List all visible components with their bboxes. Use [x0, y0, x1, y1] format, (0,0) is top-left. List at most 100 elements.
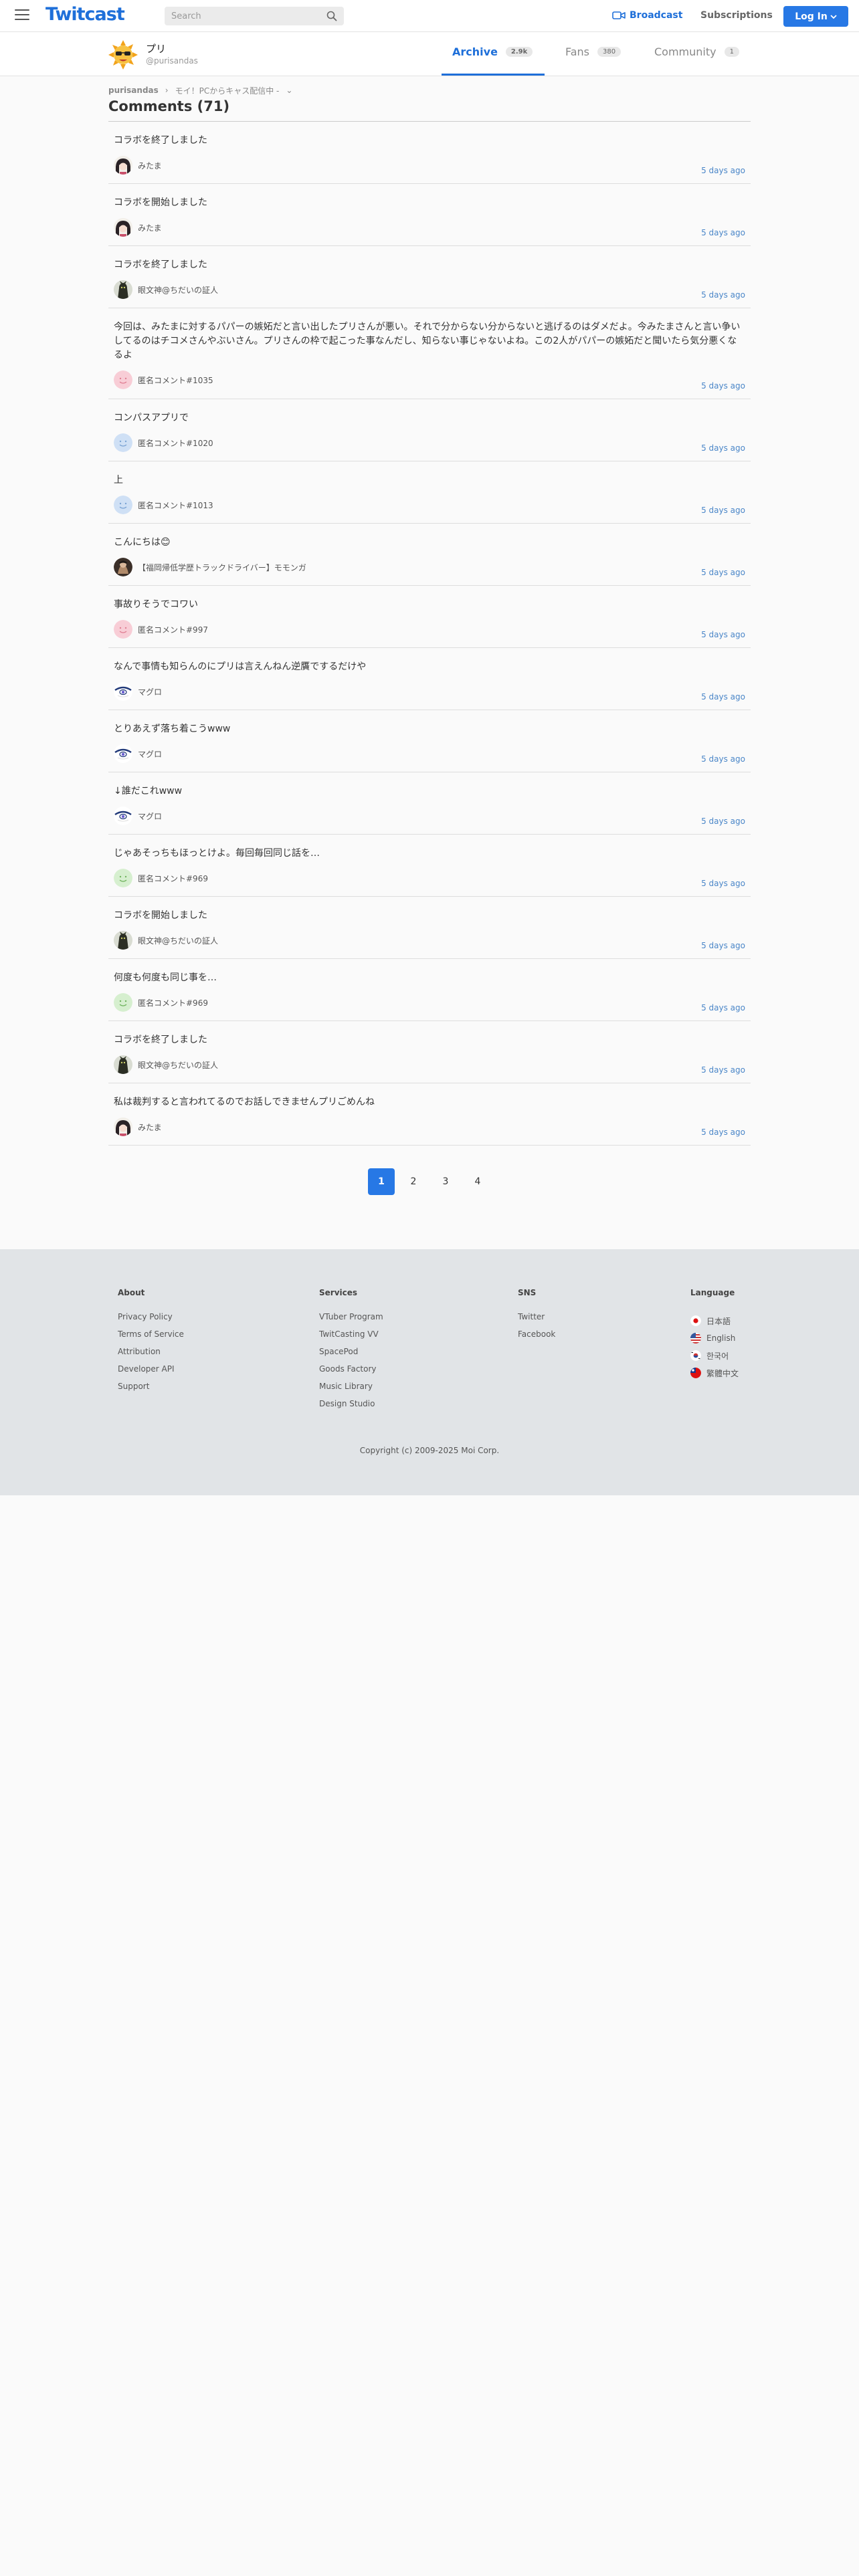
comment-author[interactable]: マグロ: [114, 807, 745, 825]
comment-author[interactable]: みたま: [114, 156, 745, 175]
breadcrumb-user[interactable]: purisandas: [108, 86, 159, 95]
comment-author[interactable]: 匿名コメント#969: [114, 993, 745, 1012]
comment-author[interactable]: 眼文神@ちだいの証人: [114, 931, 745, 950]
comment-author[interactable]: 眼文神@ちだいの証人: [114, 1055, 745, 1074]
breadcrumb-movie[interactable]: モイ！PCからキャス配信中 -: [175, 85, 280, 96]
user-avatar[interactable]: [114, 156, 132, 175]
page-1-button[interactable]: 1: [368, 1168, 395, 1195]
tab-archive[interactable]: Archive 2.9k: [452, 45, 533, 58]
comment-timestamp[interactable]: 5 days ago: [701, 290, 745, 300]
comment-timestamp[interactable]: 5 days ago: [701, 166, 745, 175]
comment-username[interactable]: 匿名コメント#969: [138, 997, 208, 1008]
broadcast-link[interactable]: Broadcast: [612, 10, 682, 21]
user-avatar[interactable]: [114, 744, 132, 763]
comment-username[interactable]: 匿名コメント#1013: [138, 500, 213, 511]
tab-fans[interactable]: Fans 380: [565, 45, 622, 58]
chevron-down-icon[interactable]: ⌄: [286, 86, 292, 95]
page-3-button[interactable]: 3: [432, 1168, 459, 1195]
comment-username[interactable]: 【福岡帰低学歴トラックドライバー】モモンガ: [138, 562, 306, 573]
footer-link-twitcasting-vv[interactable]: TwitCasting VV: [319, 1329, 383, 1347]
user-avatar[interactable]: [114, 218, 132, 237]
comment-timestamp[interactable]: 5 days ago: [701, 754, 745, 764]
comment-username[interactable]: 眼文神@ちだいの証人: [138, 935, 218, 946]
user-avatar[interactable]: [114, 931, 132, 950]
comment-timestamp[interactable]: 5 days ago: [701, 817, 745, 826]
page-2-button[interactable]: 2: [400, 1168, 427, 1195]
comment-author[interactable]: 【福岡帰低学歴トラックドライバー】モモンガ: [114, 558, 745, 576]
language-english[interactable]: English: [690, 1329, 739, 1347]
comment-author[interactable]: マグロ: [114, 682, 745, 701]
user-avatar[interactable]: [114, 993, 132, 1012]
language-traditional-chinese[interactable]: 繁體中文: [690, 1364, 739, 1382]
footer-link-developer-api[interactable]: Developer API: [118, 1364, 184, 1382]
comment-author[interactable]: 匿名コメント#1013: [114, 496, 745, 514]
comment-username[interactable]: 匿名コメント#1035: [138, 374, 213, 386]
user-avatar[interactable]: [114, 280, 132, 299]
footer-link-vtuber[interactable]: VTuber Program: [319, 1312, 383, 1329]
language-korean[interactable]: 한국어: [690, 1347, 739, 1364]
comment-username[interactable]: 匿名コメント#1020: [138, 437, 213, 449]
comment-timestamp[interactable]: 5 days ago: [701, 941, 745, 950]
comment-timestamp[interactable]: 5 days ago: [701, 630, 745, 639]
user-avatar[interactable]: [114, 807, 132, 825]
footer-link-terms[interactable]: Terms of Service: [118, 1329, 184, 1347]
comment-timestamp[interactable]: 5 days ago: [701, 879, 745, 888]
comment-author[interactable]: みたま: [114, 1117, 745, 1136]
comment-author[interactable]: 匿名コメント#997: [114, 620, 745, 639]
comment-author[interactable]: 匿名コメント#969: [114, 869, 745, 887]
menu-icon[interactable]: [15, 9, 29, 21]
user-avatar[interactable]: [114, 1117, 132, 1136]
tab-community[interactable]: Community 1: [654, 45, 739, 58]
comment-timestamp[interactable]: 5 days ago: [701, 228, 745, 237]
language-japanese[interactable]: 日本語: [690, 1312, 739, 1329]
footer-link-goods-factory[interactable]: Goods Factory: [319, 1364, 383, 1382]
comment-username[interactable]: マグロ: [138, 748, 162, 760]
comment-timestamp[interactable]: 5 days ago: [701, 1128, 745, 1137]
user-avatar[interactable]: [114, 558, 132, 576]
comment-username[interactable]: 匿名コメント#997: [138, 624, 208, 635]
comment-author[interactable]: 匿名コメント#1020: [114, 433, 745, 452]
footer-link-facebook[interactable]: Facebook: [518, 1329, 555, 1347]
user-avatar[interactable]: [114, 496, 132, 514]
comment-username[interactable]: 眼文神@ちだいの証人: [138, 284, 218, 296]
search-input[interactable]: [165, 7, 318, 25]
comment-username[interactable]: 匿名コメント#969: [138, 873, 208, 884]
twitcast-logo[interactable]: Twitcast: [45, 4, 125, 25]
user-avatar[interactable]: [114, 370, 132, 389]
comment-timestamp[interactable]: 5 days ago: [701, 443, 745, 453]
footer-link-twitter[interactable]: Twitter: [518, 1312, 555, 1329]
comment-author[interactable]: 眼文神@ちだいの証人: [114, 280, 745, 299]
footer-link-spacepod[interactable]: SpacePod: [319, 1347, 383, 1364]
comment-timestamp[interactable]: 5 days ago: [701, 1065, 745, 1075]
page-4-button[interactable]: 4: [464, 1168, 491, 1195]
subscriptions-link[interactable]: Subscriptions: [700, 10, 773, 21]
comment-timestamp[interactable]: 5 days ago: [701, 381, 745, 391]
footer-link-support[interactable]: Support: [118, 1382, 184, 1399]
profile-avatar[interactable]: [108, 40, 138, 70]
comment-username[interactable]: みたま: [138, 160, 162, 171]
comment-author[interactable]: 匿名コメント#1035: [114, 370, 745, 389]
footer-link-privacy[interactable]: Privacy Policy: [118, 1312, 184, 1329]
user-avatar[interactable]: [114, 433, 132, 452]
footer-link-attribution[interactable]: Attribution: [118, 1347, 184, 1364]
profile-name[interactable]: プリ: [146, 41, 166, 56]
user-avatar[interactable]: [114, 682, 132, 701]
login-button[interactable]: Log In: [783, 6, 848, 27]
user-avatar[interactable]: [114, 1055, 132, 1074]
user-avatar[interactable]: [114, 869, 132, 887]
search-icon[interactable]: [326, 11, 337, 21]
footer-link-music-library[interactable]: Music Library: [319, 1382, 383, 1399]
comment-author[interactable]: みたま: [114, 218, 745, 237]
comment-timestamp[interactable]: 5 days ago: [701, 506, 745, 515]
comment-username[interactable]: みたま: [138, 222, 162, 233]
comment-username[interactable]: みたま: [138, 1121, 162, 1133]
comment-username[interactable]: マグロ: [138, 811, 162, 822]
comment-timestamp[interactable]: 5 days ago: [701, 568, 745, 577]
user-avatar[interactable]: [114, 620, 132, 639]
comment-username[interactable]: マグロ: [138, 686, 162, 697]
footer-link-design-studio[interactable]: Design Studio: [319, 1399, 383, 1416]
comment-author[interactable]: マグロ: [114, 744, 745, 763]
comment-timestamp[interactable]: 5 days ago: [701, 692, 745, 702]
comment-timestamp[interactable]: 5 days ago: [701, 1003, 745, 1012]
comment-username[interactable]: 眼文神@ちだいの証人: [138, 1059, 218, 1071]
